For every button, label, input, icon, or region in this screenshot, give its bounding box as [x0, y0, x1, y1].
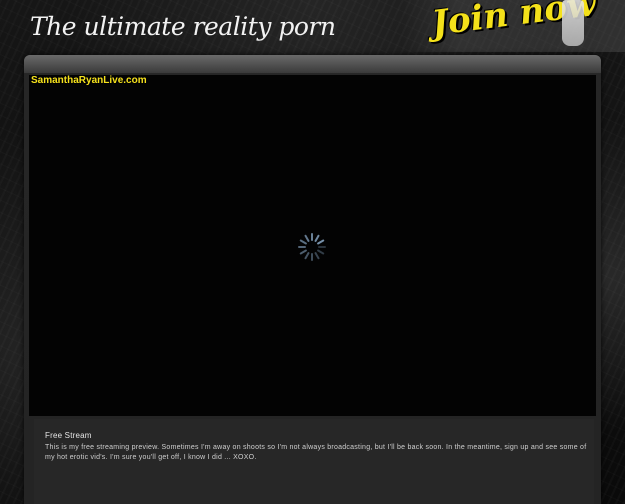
spinner-tick: [317, 249, 325, 255]
site-tagline: The ultimate reality porn: [30, 12, 336, 41]
spinner-tick: [314, 234, 320, 242]
spinner-tick: [314, 252, 320, 260]
stream-info-title: Free Stream: [45, 431, 92, 440]
decorative-figure-icon: [562, 0, 584, 46]
stream-info-description: This is my free streaming preview. Somet…: [45, 444, 587, 461]
stream-info-panel: Free Stream This is my free streaming pr…: [34, 419, 594, 504]
loading-spinner-icon: [298, 233, 326, 261]
video-player[interactable]: SamanthaRyanLive.com: [29, 75, 596, 416]
spinner-tick: [317, 239, 325, 245]
spinner-tick: [299, 239, 307, 245]
join-now-button[interactable]: Join now: [402, 0, 625, 52]
page: The ultimate reality porn Join now Saman…: [0, 0, 625, 504]
spinner-tick: [299, 249, 307, 255]
player-frame-bevel: [24, 55, 601, 73]
site-watermark: SamanthaRyanLive.com: [31, 75, 147, 86]
spinner-tick: [304, 234, 310, 242]
spinner-tick: [304, 252, 310, 260]
